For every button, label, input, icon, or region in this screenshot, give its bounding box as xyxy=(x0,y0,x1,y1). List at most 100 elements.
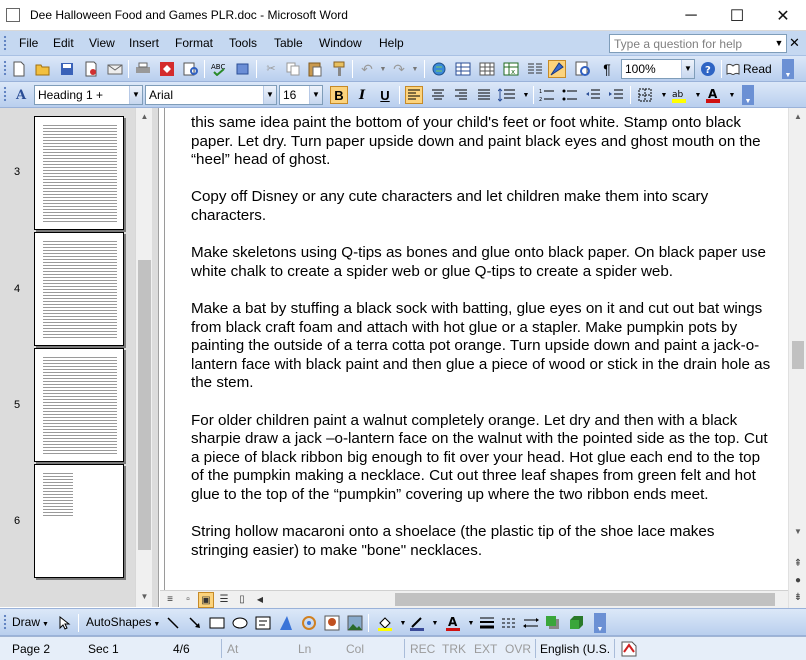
document-page[interactable]: this same idea paint the bottom of your … xyxy=(168,108,788,590)
line-spacing-icon[interactable] xyxy=(498,86,516,104)
print-icon[interactable] xyxy=(134,60,152,78)
toolbar-options-icon[interactable]: ▼ xyxy=(594,613,606,633)
menu-file[interactable]: File xyxy=(19,36,38,50)
align-center-icon[interactable] xyxy=(429,86,447,104)
paragraph[interactable]: For older children paint a walnut comple… xyxy=(191,412,771,505)
menu-help[interactable]: Help xyxy=(379,36,404,50)
increase-indent-icon[interactable] xyxy=(607,86,625,104)
paragraph[interactable]: Copy off Disney or any cute characters a… xyxy=(191,188,771,225)
normal-view-icon[interactable]: ≡ xyxy=(162,592,178,608)
minimize-button[interactable]: ─ xyxy=(668,0,714,31)
menu-edit[interactable]: Edit xyxy=(53,36,74,50)
thumbnail-page[interactable] xyxy=(34,232,124,346)
cut-icon[interactable]: ✂ xyxy=(262,60,280,78)
format-painter-icon[interactable] xyxy=(330,60,348,78)
menu-window[interactable]: Window xyxy=(319,36,362,50)
scrollbar-thumb[interactable] xyxy=(138,260,151,550)
new-document-icon[interactable] xyxy=(10,60,28,78)
help-icon[interactable]: ? xyxy=(699,60,717,78)
paragraph[interactable]: String hollow macaroni onto a shoelace (… xyxy=(191,523,771,560)
outline-view-icon[interactable]: ☰ xyxy=(216,592,232,608)
research-book-icon[interactable] xyxy=(234,60,252,78)
zoom-combo[interactable]: 100% ▼ xyxy=(621,59,695,79)
diagram-icon[interactable] xyxy=(300,614,318,632)
research-icon[interactable] xyxy=(182,60,200,78)
status-ovr[interactable]: OVR xyxy=(505,642,531,656)
toolbar-options-icon[interactable]: ▼ xyxy=(782,59,794,79)
toolbar-grip[interactable] xyxy=(3,60,7,77)
oval-icon[interactable] xyxy=(231,614,249,632)
line-color-dropdown-icon[interactable]: ▼ xyxy=(426,614,444,632)
web-layout-icon[interactable]: ▫ xyxy=(180,592,196,608)
dash-style-icon[interactable] xyxy=(500,614,518,632)
menu-insert[interactable]: Insert xyxy=(129,36,159,50)
close-document-button[interactable]: ✕ xyxy=(789,35,800,51)
borders-icon[interactable] xyxy=(636,86,654,104)
print-layout-icon[interactable]: ▣ xyxy=(198,592,214,608)
status-ext[interactable]: EXT xyxy=(474,642,497,656)
thumbnail-page[interactable] xyxy=(34,116,124,230)
line-icon[interactable] xyxy=(164,614,182,632)
zoom-dropdown-icon[interactable]: ▼ xyxy=(681,60,694,78)
menu-tools[interactable]: Tools xyxy=(229,36,257,50)
line-color-icon[interactable] xyxy=(408,614,426,632)
font-color-dropdown-icon[interactable]: ▼ xyxy=(723,86,741,104)
font-dropdown-icon[interactable]: ▼ xyxy=(263,86,276,104)
font-color-icon[interactable]: A xyxy=(704,86,722,104)
italic-button[interactable]: I xyxy=(353,86,371,104)
insert-picture-icon[interactable] xyxy=(346,614,364,632)
columns-icon[interactable] xyxy=(526,60,544,78)
hyperlink-icon[interactable] xyxy=(430,60,448,78)
redo-dropdown-icon[interactable]: ▼ xyxy=(406,60,424,78)
arrow-icon[interactable] xyxy=(186,614,204,632)
fill-color-icon[interactable] xyxy=(376,614,394,632)
tables-borders-icon[interactable] xyxy=(454,60,472,78)
help-dropdown-icon[interactable]: ▼ xyxy=(772,35,786,52)
font-size-dropdown-icon[interactable]: ▼ xyxy=(309,86,322,104)
draw-menu-button[interactable]: Draw ▼ xyxy=(12,615,49,629)
copy-icon[interactable] xyxy=(284,60,302,78)
paragraph[interactable]: Make a bat by stuffing a black sock with… xyxy=(191,300,771,393)
read-button[interactable]: Read xyxy=(726,60,772,78)
menu-view[interactable]: View xyxy=(89,36,115,50)
close-button[interactable]: ✕ xyxy=(760,0,806,31)
toolbar-grip[interactable] xyxy=(3,614,7,631)
toolbar-grip[interactable] xyxy=(3,86,7,103)
insert-table-icon[interactable] xyxy=(478,60,496,78)
spelling-icon[interactable]: ABC xyxy=(210,60,228,78)
justify-icon[interactable] xyxy=(475,86,493,104)
paragraph[interactable]: Make skeletons using Q-tips as bones and… xyxy=(191,244,771,281)
status-rec[interactable]: REC xyxy=(410,642,435,656)
scroll-left-icon[interactable]: ◀ xyxy=(252,592,268,608)
autoshapes-menu-button[interactable]: AutoShapes ▼ xyxy=(86,615,160,629)
insert-excel-icon[interactable]: x xyxy=(502,60,520,78)
permission-icon[interactable] xyxy=(82,60,100,78)
thumbnail-page[interactable] xyxy=(34,348,124,462)
drawing-toggle-icon[interactable] xyxy=(548,60,566,78)
status-trk[interactable]: TRK xyxy=(442,642,466,656)
next-page-icon[interactable]: ⇟ xyxy=(790,589,806,606)
style-dropdown-icon[interactable]: ▼ xyxy=(129,86,142,104)
scroll-down-icon[interactable]: ▼ xyxy=(136,588,153,605)
open-icon[interactable] xyxy=(34,60,52,78)
scroll-up-icon[interactable]: ▲ xyxy=(789,108,806,125)
spelling-status-icon[interactable] xyxy=(620,640,640,657)
arrow-style-icon[interactable] xyxy=(522,614,540,632)
help-question-box[interactable]: Type a question for help ▼ xyxy=(609,34,787,53)
font-combo[interactable]: Arial ▼ xyxy=(145,85,277,105)
maximize-button[interactable]: ☐ xyxy=(714,0,760,31)
previous-page-icon[interactable]: ⇞ xyxy=(790,555,806,572)
select-browse-object-icon[interactable]: ● xyxy=(790,572,806,589)
select-objects-icon[interactable] xyxy=(56,614,74,632)
line-style-icon[interactable] xyxy=(478,614,496,632)
style-combo[interactable]: Heading 1 + ▼ xyxy=(34,85,143,105)
shadow-style-icon[interactable] xyxy=(544,614,562,632)
horizontal-scroll-thumb[interactable] xyxy=(395,593,775,606)
paste-icon[interactable] xyxy=(306,60,324,78)
scrollbar-thumb[interactable] xyxy=(792,341,804,369)
rectangle-icon[interactable] xyxy=(208,614,226,632)
reading-layout-icon[interactable]: ▯ xyxy=(234,592,250,608)
numbering-icon[interactable]: 12 xyxy=(538,86,556,104)
thumbnails-scrollbar[interactable]: ▲ ▼ xyxy=(135,108,152,607)
text-box-icon[interactable] xyxy=(254,614,272,632)
